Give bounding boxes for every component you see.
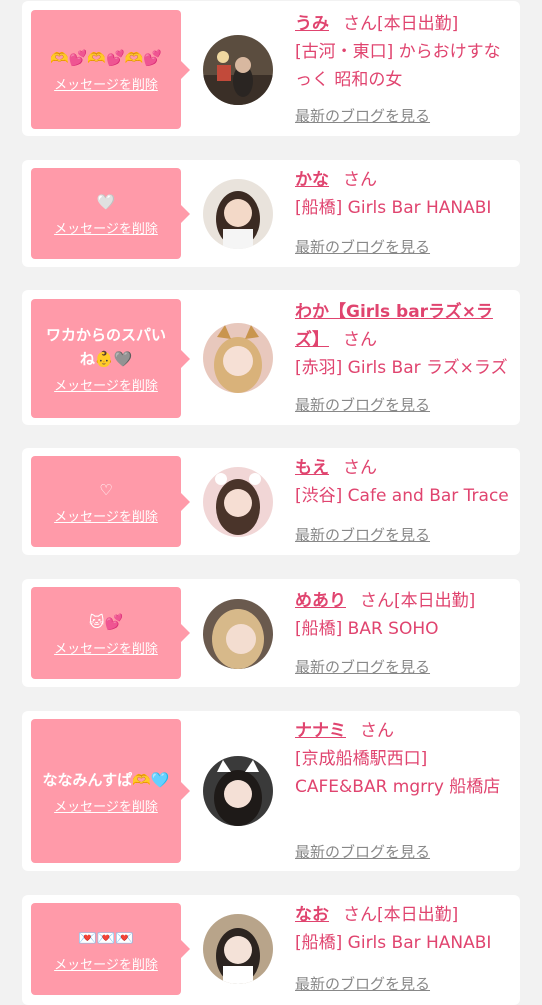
message-bubble: 🤍 メッセージを削除 [31,168,190,259]
shop-name: [赤羽] Girls Bar ラズ×ラズ [295,358,508,378]
latest-blog-link[interactable]: 最新のブログを見る [295,236,430,257]
shop-name: [船橋] Girls Bar HANABI [295,933,492,953]
avatar[interactable] [203,35,273,105]
cast-info: なお さん[本日出勤] [船橋] Girls Bar HANABI [295,901,513,957]
cast-name-link[interactable]: わか【Girls barラズ×ラズ】 [295,302,493,350]
favorites-list: 🫶💕🫶💕🫶💕 メッセージを削除 うみ さん[本日出勤] [古河・東口] からおけす… [0,0,542,1005]
honorific: さん [343,905,377,925]
shop-name: [船橋] Girls Bar HANABI [295,198,492,218]
honorific: さん [343,458,377,478]
shop-name: [古河・東口] からおけすなっく 昭和の女 [295,42,501,90]
latest-blog-link[interactable]: 最新のブログを見る [295,394,430,415]
avatar[interactable] [203,179,273,249]
latest-blog-link[interactable]: 最新のブログを見る [295,524,430,545]
message-bubble: 💌💌💌 メッセージを削除 [31,903,190,995]
cast-name-link[interactable]: めあり [295,591,346,611]
delete-message-link[interactable]: メッセージを削除 [54,638,158,657]
message-text: ななみんすぱ🫶🩵 [42,770,170,789]
cast-info: わか【Girls barラズ×ラズ】 さん [赤羽] Girls Bar ラズ×ラ… [295,298,513,382]
favorite-card: 🐱💕 メッセージを削除 めあり さん[本日出勤] [船橋] BAR SOHO 最新… [22,579,520,687]
favorite-card: 🤍 メッセージを削除 かな さん [船橋] Girls Bar HANABI 最新… [22,160,520,267]
honorific: さん [343,14,377,34]
delete-message-link[interactable]: メッセージを削除 [54,74,158,93]
cast-info: かな さん [船橋] Girls Bar HANABI [295,166,513,222]
cast-name-link[interactable]: うみ [295,14,329,34]
status-badge: [本日出勤] [377,14,459,34]
honorific: さん [360,591,394,611]
favorite-card: 💌💌💌 メッセージを削除 なお さん[本日出勤] [船橋] Girls Bar H… [22,895,520,1005]
honorific: さん [343,170,377,190]
cast-info: もえ さん [渋谷] Cafe and Bar Trace [295,454,513,510]
delete-message-link[interactable]: メッセージを削除 [54,954,158,973]
message-text: 🤍 [96,193,116,211]
shop-name: [渋谷] Cafe and Bar Trace [295,486,509,506]
cast-info: ナナミ さん [京成船橋駅西口] CAFE&BAR mgrry 船橋店 [295,717,513,801]
favorite-card: ワカからのスパいね👶🩶 メッセージを削除 わか【Girls barラズ×ラズ】さ… [22,290,520,425]
message-text: 🫶💕🫶💕🫶💕 [49,49,163,67]
avatar[interactable] [203,323,273,393]
cast-name-link[interactable]: なお [295,905,329,925]
honorific: さん [343,330,377,350]
message-text: ワカからのスパいね👶🩶 [45,326,166,368]
status-badge: [本日出勤] [394,591,476,611]
message-bubble: 🫶💕🫶💕🫶💕 メッセージを削除 [31,10,190,129]
latest-blog-link[interactable]: 最新のブログを見る [295,973,430,994]
message-bubble: ななみんすぱ🫶🩵 メッセージを削除 [31,719,190,863]
status-badge: [本日出勤] [377,905,459,925]
message-text: ♡ [99,481,113,499]
favorite-card: 🫶💕🫶💕🫶💕 メッセージを削除 うみ さん[本日出勤] [古河・東口] からおけす… [22,1,520,136]
favorite-card: ♡ メッセージを削除 もえ さん [渋谷] Cafe and Bar Trace … [22,448,520,555]
cast-info: うみ さん[本日出勤] [古河・東口] からおけすなっく 昭和の女 [295,10,513,94]
cast-name-link[interactable]: もえ [295,458,329,478]
avatar[interactable] [203,914,273,984]
cast-info: めあり さん[本日出勤] [船橋] BAR SOHO [295,587,513,643]
delete-message-link[interactable]: メッセージを削除 [54,506,158,525]
message-bubble: ♡ メッセージを削除 [31,456,190,547]
latest-blog-link[interactable]: 最新のブログを見る [295,841,430,862]
favorite-card: ななみんすぱ🫶🩵 メッセージを削除 ナナミ さん [京成船橋駅西口] CAFE&B… [22,711,520,871]
cast-name-link[interactable]: かな [295,170,329,190]
message-text: 🐱💕 [88,612,124,631]
delete-message-link[interactable]: メッセージを削除 [54,218,158,237]
message-text: 💌💌💌 [77,928,135,947]
avatar[interactable] [203,756,273,826]
cast-name-link[interactable]: ナナミ [295,721,346,741]
message-bubble: ワカからのスパいね👶🩶 メッセージを削除 [31,299,190,418]
latest-blog-link[interactable]: 最新のブログを見る [295,105,430,126]
delete-message-link[interactable]: メッセージを削除 [54,375,158,394]
avatar[interactable] [203,467,273,537]
avatar[interactable] [203,599,273,669]
message-bubble: 🐱💕 メッセージを削除 [31,587,190,679]
honorific: さん [360,721,394,741]
delete-message-link[interactable]: メッセージを削除 [54,796,158,815]
shop-name: [京成船橋駅西口] CAFE&BAR mgrry 船橋店 [295,749,501,797]
shop-name: [船橋] BAR SOHO [295,619,439,639]
latest-blog-link[interactable]: 最新のブログを見る [295,656,430,677]
